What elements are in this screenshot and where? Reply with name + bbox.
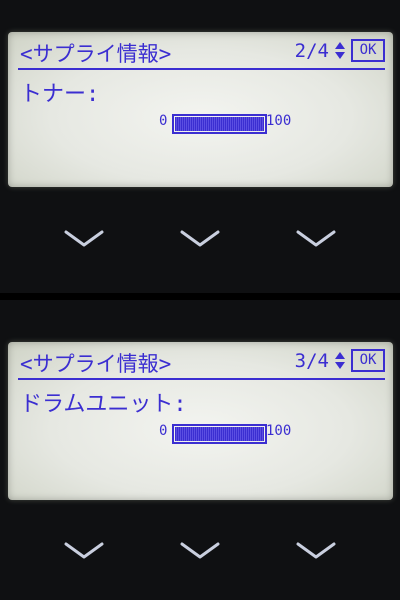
chevron-down-icon[interactable] (294, 226, 338, 250)
level-bar-fill (175, 117, 264, 131)
gauge-max-label: 100 (266, 423, 292, 439)
supply-label: トナー: (20, 82, 100, 107)
photo-divider (0, 293, 400, 300)
chevron-down-icon[interactable] (294, 538, 338, 562)
gauge-min-label: 0 (159, 423, 168, 439)
page-indicator: 2/4 (294, 40, 329, 62)
up-down-arrows-icon[interactable] (333, 42, 347, 60)
screen-title: <サプライ情報> (20, 352, 172, 376)
level-bar-fill (175, 427, 264, 441)
gauge-max-label: 100 (266, 113, 292, 129)
chevron-down-icon[interactable] (62, 538, 106, 562)
supply-label: ドラムユニット: (20, 392, 187, 417)
gauge-min-label: 0 (159, 113, 168, 129)
nav-buttons (0, 538, 400, 568)
chevron-down-icon[interactable] (178, 226, 222, 250)
screen-title: <サプライ情報> (20, 42, 172, 66)
page-indicator: 3/4 (294, 350, 329, 372)
level-bar (172, 424, 267, 444)
ok-button[interactable]: OK (351, 349, 385, 372)
printer-panel-bottom: <サプライ情報> 3/4 OK ドラムユニット: 0 100 (0, 300, 400, 600)
chevron-down-icon[interactable] (178, 538, 222, 562)
nav-buttons (0, 226, 400, 256)
level-bar (172, 114, 267, 134)
lcd-header: <サプライ情報> 3/4 OK (20, 346, 385, 376)
supply-gauge: 0 100 (8, 422, 393, 444)
lcd-header: <サプライ情報> 2/4 OK (20, 36, 385, 66)
printer-panel-top: <サプライ情報> 2/4 OK トナー: 0 100 (0, 0, 400, 300)
supply-gauge: 0 100 (8, 112, 393, 134)
header-divider (18, 68, 385, 70)
lcd-display: <サプライ情報> 3/4 OK ドラムユニット: 0 100 (8, 342, 393, 500)
lcd-display: <サプライ情報> 2/4 OK トナー: 0 100 (8, 32, 393, 187)
chevron-down-icon[interactable] (62, 226, 106, 250)
up-down-arrows-icon[interactable] (333, 352, 347, 370)
header-divider (18, 378, 385, 380)
ok-button[interactable]: OK (351, 39, 385, 62)
